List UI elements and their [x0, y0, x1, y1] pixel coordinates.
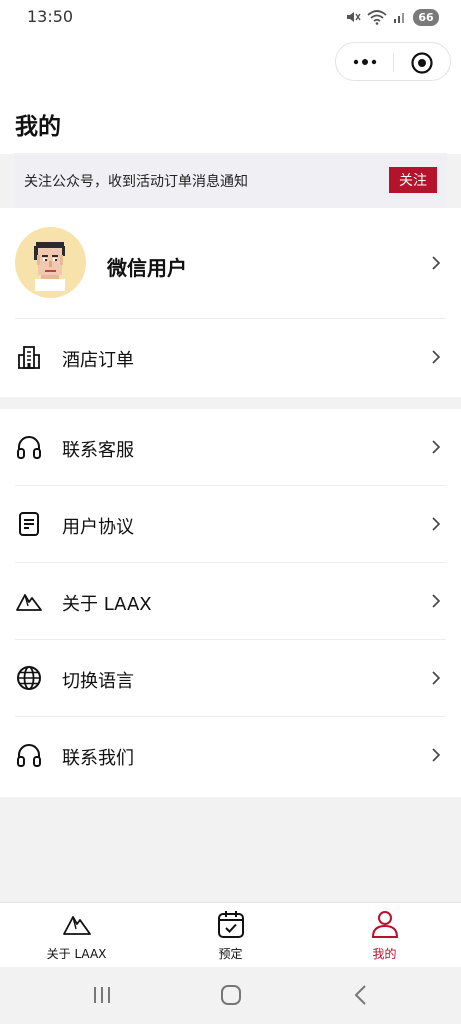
profile-section: 微信用户 酒店订单 — [0, 208, 461, 397]
menu-item-switch-language[interactable]: 切换语言 — [0, 640, 461, 717]
status-bar: 13:50 66 — [0, 0, 461, 34]
mountain-icon — [16, 594, 42, 611]
headphones-icon — [17, 436, 41, 459]
chevron-right-icon — [432, 748, 441, 762]
tab-label: 关于 LAAX — [46, 947, 107, 961]
menu-item-customer-service[interactable]: 联系客服 — [0, 409, 461, 486]
menu-item-label: 关于 LAAX — [62, 594, 152, 615]
status-icons: 66 — [345, 8, 439, 26]
building-icon — [18, 346, 40, 369]
recent-apps-icon[interactable] — [89, 983, 115, 1007]
battery-indicator: 66 — [413, 8, 439, 26]
menu-item-user-agreement[interactable]: 用户协议 — [0, 486, 461, 563]
follow-banner: 关注公众号，收到活动订单消息通知 关注 — [14, 153, 447, 208]
status-time: 13:50 — [27, 7, 74, 26]
home-icon[interactable] — [218, 983, 244, 1007]
calendar-check-icon — [218, 911, 244, 938]
mute-icon — [347, 12, 361, 22]
menu-item-about-laax[interactable]: 关于 LAAX — [0, 563, 461, 640]
headphones-icon — [17, 744, 41, 767]
chevron-right-icon — [432, 517, 441, 531]
chevron-right-icon — [432, 594, 441, 608]
menu-item-label: 酒店订单 — [62, 350, 134, 371]
system-nav-bar — [0, 967, 461, 1024]
tab-bar: 关于 LAAX 预定 我的 — [0, 902, 461, 967]
profile-name: 微信用户 — [107, 256, 187, 280]
tab-about-laax[interactable]: 关于 LAAX — [0, 903, 153, 968]
page-header: 我的 — [0, 34, 461, 154]
avatar-face-icon — [34, 242, 65, 291]
chevron-right-icon — [432, 671, 441, 685]
menu-item-hotel-orders[interactable]: 酒店订单 — [0, 319, 461, 396]
wifi-icon — [367, 10, 387, 25]
profile-row[interactable]: 微信用户 — [0, 208, 461, 319]
chevron-right-icon — [432, 256, 441, 270]
menu-item-label: 联系我们 — [62, 748, 134, 769]
capsule-divider — [393, 53, 394, 72]
menu-item-contact-us[interactable]: 联系我们 — [0, 717, 461, 794]
page: 13:50 66 我的 关注公众号，收到活动订单消息通知 关注 微信用户 酒店订… — [0, 0, 461, 1024]
page-title: 我的 — [15, 114, 61, 140]
document-icon — [19, 512, 39, 536]
close-target-icon[interactable] — [410, 51, 434, 75]
follow-banner-text: 关注公众号，收到活动订单消息通知 — [24, 173, 248, 190]
globe-icon — [17, 666, 41, 690]
menu-item-label: 联系客服 — [62, 440, 134, 461]
mini-program-capsule — [335, 42, 451, 81]
chevron-right-icon — [432, 440, 441, 454]
tab-label: 我的 — [372, 947, 397, 961]
chevron-right-icon — [432, 350, 441, 364]
more-dots-icon[interactable] — [348, 51, 382, 73]
avatar — [15, 227, 86, 298]
tab-mine[interactable]: 我的 — [308, 903, 461, 968]
tab-booking[interactable]: 预定 — [154, 903, 307, 968]
service-menu-section: 联系客服 用户协议 关于 LAAX 切换语言 联系我们 — [0, 409, 461, 797]
menu-item-label: 切换语言 — [62, 671, 134, 692]
mountain-icon — [63, 916, 91, 935]
signal-icon — [394, 13, 404, 23]
follow-button[interactable]: 关注 — [389, 167, 437, 193]
tab-label: 预定 — [218, 947, 243, 961]
menu-item-label: 用户协议 — [62, 517, 134, 538]
back-icon[interactable] — [348, 983, 374, 1007]
user-icon — [371, 911, 399, 938]
